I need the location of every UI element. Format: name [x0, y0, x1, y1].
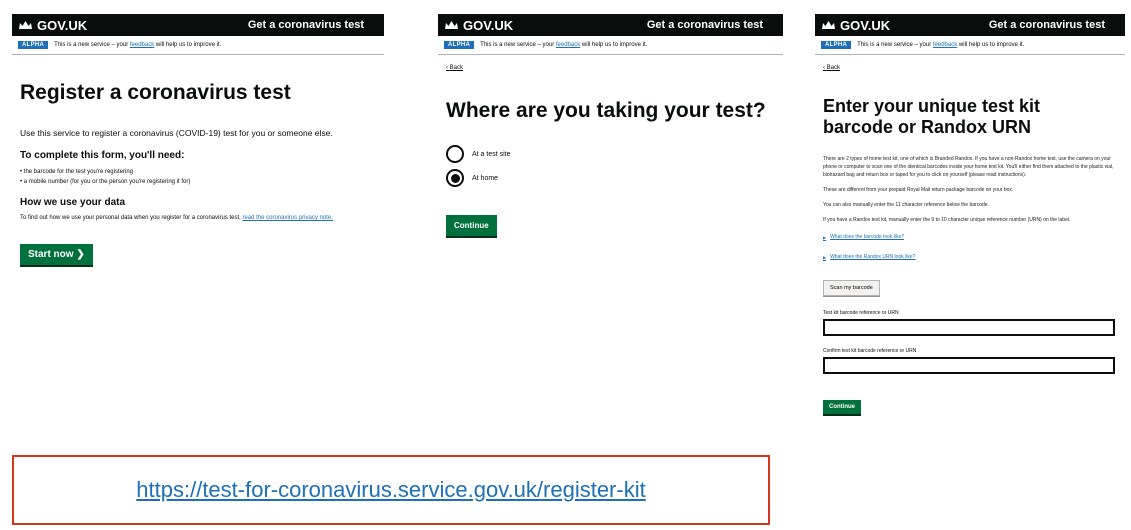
feedback-link[interactable]: feedback — [556, 42, 580, 48]
data-text: To find out how we use your personal dat… — [20, 215, 241, 222]
radio-circle-selected[interactable] — [446, 169, 464, 188]
page-title: Register a coronavirus test — [20, 81, 291, 104]
instructions-paragraph: You can also manually enter the 11 chara… — [823, 202, 989, 209]
page-title: Enter your unique test kit barcode or Ra… — [823, 96, 1041, 137]
back-link[interactable]: Back — [823, 65, 840, 71]
phase-tag: ALPHA — [821, 41, 852, 49]
page-title: Where are you taking your test? — [446, 99, 766, 122]
govuk-header: GOV.UK Get a coronavirus test — [438, 14, 783, 36]
govuk-header: GOV.UK Get a coronavirus test — [12, 14, 384, 36]
list-item: a mobile number (for you or the person y… — [20, 177, 376, 187]
url-callout: https://test-for-coronavirus.service.gov… — [12, 455, 770, 525]
need-list: the barcode for the test you're register… — [20, 167, 376, 187]
govuk-logo[interactable]: GOV.UK — [18, 18, 87, 33]
crown-icon — [19, 21, 32, 29]
crown-icon — [822, 21, 835, 29]
register-test-page: GOV.UK Get a coronavirus test ALPHA This… — [12, 14, 384, 434]
brand-text: GOV.UK — [37, 17, 88, 33]
govuk-logo[interactable]: GOV.UK — [444, 18, 513, 33]
govuk-header: GOV.UK Get a coronavirus test — [815, 14, 1125, 36]
phase-banner: ALPHA This is a new service – your feedb… — [815, 36, 1125, 55]
data-heading: How we use your data — [20, 197, 126, 209]
barcode-field-label: Test kit barcode reference or URN — [823, 310, 899, 317]
phase-tag: ALPHA — [444, 41, 475, 49]
radio-circle[interactable] — [446, 145, 464, 164]
confirm-barcode-field-label: Confirm test kit barcode reference or UR… — [823, 348, 917, 355]
lead-paragraph: Use this service to register a coronavir… — [20, 128, 333, 138]
phase-text-after: will help us to improve it. — [958, 42, 1025, 48]
continue-button[interactable]: Continue — [823, 400, 861, 415]
service-name[interactable]: Get a coronavirus test — [248, 19, 364, 31]
list-item: the barcode for the test you're register… — [20, 167, 376, 177]
continue-button[interactable]: Continue — [446, 215, 497, 237]
data-paragraph: To find out how we use your personal dat… — [20, 214, 375, 224]
barcode-input[interactable] — [823, 319, 1115, 337]
feedback-link[interactable]: feedback — [130, 42, 154, 48]
confirm-barcode-input[interactable] — [823, 357, 1115, 375]
brand-text: GOV.UK — [463, 17, 514, 33]
phase-tag: ALPHA — [18, 41, 49, 49]
phase-banner: ALPHA This is a new service – your feedb… — [12, 36, 384, 55]
back-link[interactable]: Back — [446, 65, 463, 71]
instructions-paragraph: If you have a Randox test kit, manually … — [823, 217, 1071, 224]
radio-at-home[interactable]: At home — [446, 169, 775, 188]
details-barcode-look[interactable]: What does the barcode look like? — [823, 234, 1117, 240]
phase-text-after: will help us to improve it. — [155, 42, 222, 48]
phase-text-before: This is a new service – your — [857, 42, 932, 48]
details-randox-urn-look[interactable]: What does the Randox URN look like? — [823, 254, 1117, 260]
start-now-button[interactable]: Start now ❯ — [20, 243, 93, 265]
need-heading: To complete this form, you'll need: — [20, 149, 185, 161]
register-kit-url[interactable]: https://test-for-coronavirus.service.gov… — [136, 477, 645, 503]
scan-barcode-button[interactable]: Scan my barcode — [823, 280, 880, 297]
instructions-paragraph: There are 2 types of home test kit, one … — [823, 156, 1114, 179]
feedback-link[interactable]: feedback — [933, 42, 957, 48]
phase-text-after: will help us to improve it. — [581, 42, 648, 48]
radio-test-site[interactable]: At a test site — [446, 145, 775, 164]
service-name[interactable]: Get a coronavirus test — [647, 19, 763, 31]
brand-text: GOV.UK — [840, 17, 891, 33]
test-location-page: GOV.UK Get a coronavirus test ALPHA This… — [438, 14, 783, 434]
phase-text-before: This is a new service – your — [480, 42, 555, 48]
enter-barcode-page: GOV.UK Get a coronavirus test ALPHA This… — [815, 14, 1125, 530]
service-name[interactable]: Get a coronavirus test — [989, 19, 1105, 31]
phase-text-before: This is a new service – your — [54, 42, 129, 48]
govuk-logo[interactable]: GOV.UK — [821, 18, 890, 33]
instructions-paragraph: These are different from your prepaid Ro… — [823, 187, 1014, 194]
radio-label: At a test site — [472, 150, 511, 158]
crown-icon — [445, 21, 458, 29]
privacy-note-link[interactable]: read the coronavirus privacy note. — [242, 215, 332, 221]
radio-label: At home — [472, 174, 499, 182]
phase-banner: ALPHA This is a new service – your feedb… — [438, 36, 783, 55]
